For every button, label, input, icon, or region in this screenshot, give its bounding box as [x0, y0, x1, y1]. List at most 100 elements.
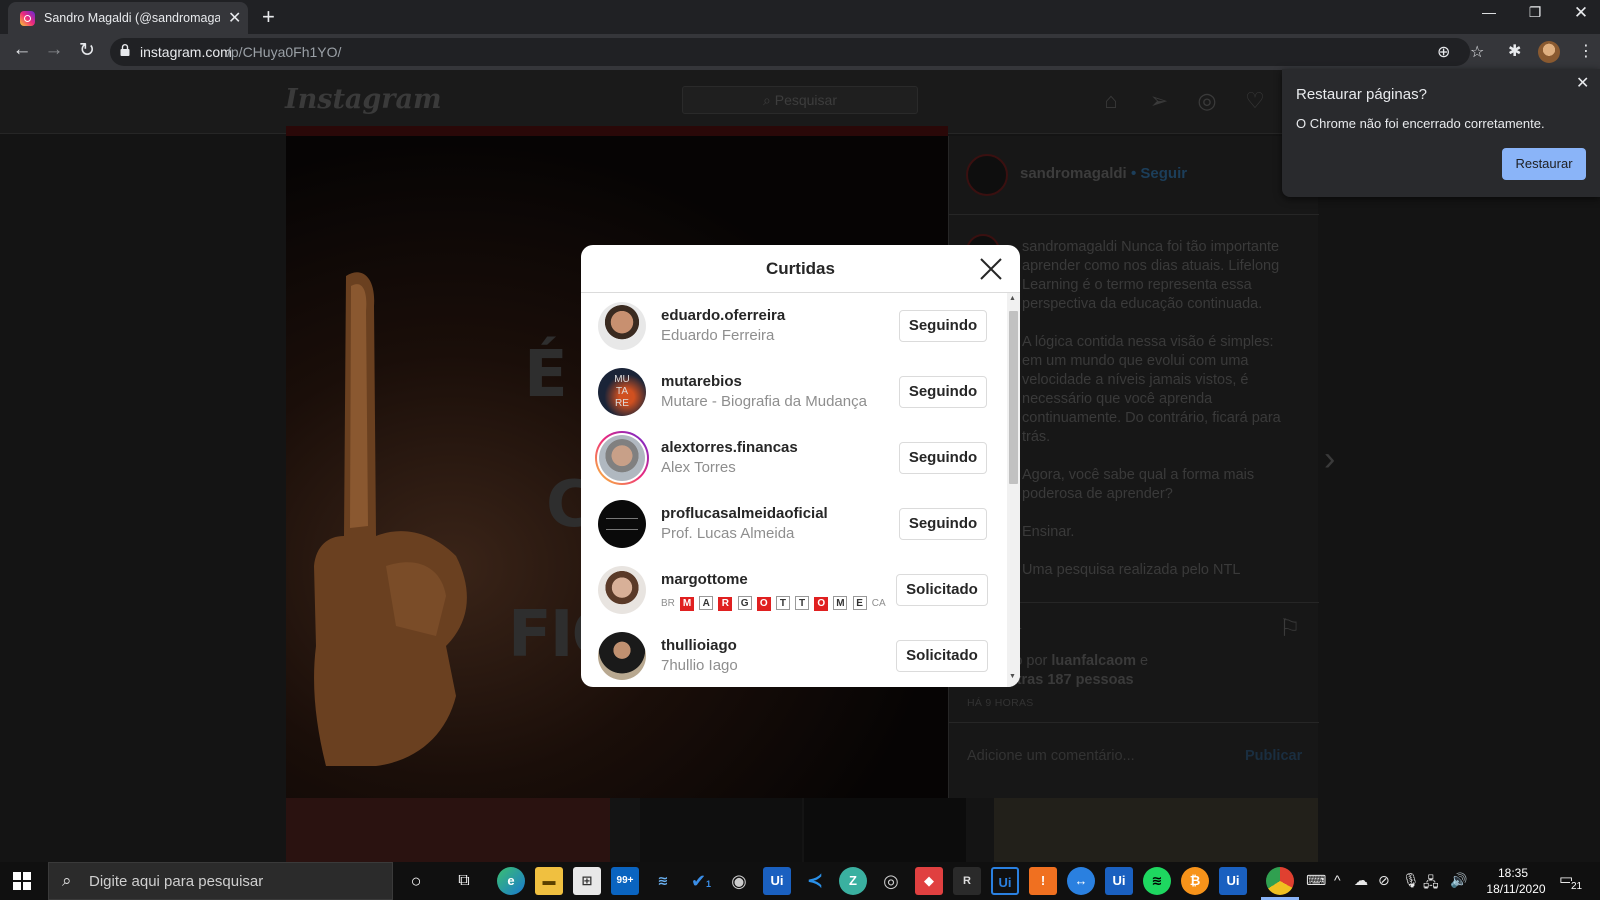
- list-item[interactable]: MU TA RE mutarebios Mutare - Biografia d…: [581, 359, 1006, 425]
- likes-user[interactable]: luanfalcaom: [1051, 653, 1136, 669]
- post-thumbnail[interactable]: [804, 798, 966, 862]
- browser-tab[interactable]: Sandro Magaldi (@sandromagaldi) ✕: [8, 2, 248, 34]
- tab-close-icon[interactable]: ✕: [228, 8, 241, 28]
- post-thumbnail[interactable]: [286, 798, 610, 862]
- list-item[interactable]: alextorres.financas Alex Torres Seguindo: [581, 425, 1006, 491]
- username[interactable]: proflucasalmeidaoficial: [661, 505, 828, 522]
- bitcoin-icon[interactable]: ₿: [1181, 867, 1209, 895]
- todo-icon[interactable]: ✔1: [687, 867, 715, 895]
- close-window-icon[interactable]: ✕: [1558, 3, 1600, 23]
- list-item[interactable]: margottome BR M A R G O T T O M E CA Sol…: [581, 557, 1006, 623]
- volume-icon[interactable]: 🔊: [1450, 872, 1467, 889]
- clock-time[interactable]: 18:35: [1483, 866, 1543, 880]
- reload-icon[interactable]: ↻: [75, 39, 99, 62]
- app-icon[interactable]: ≋: [649, 867, 677, 895]
- uipath-assistant-icon[interactable]: Ui: [1219, 867, 1247, 895]
- requested-button[interactable]: Solicitado: [896, 574, 988, 606]
- app-r-icon[interactable]: R: [953, 867, 981, 895]
- next-post-chevron-icon[interactable]: ›: [1324, 440, 1335, 479]
- uipath-robot-icon[interactable]: Ui: [1105, 867, 1133, 895]
- obs-icon[interactable]: ◉: [725, 867, 753, 895]
- avatar[interactable]: [598, 500, 646, 548]
- publish-button[interactable]: Publicar: [1245, 748, 1302, 764]
- story-ring[interactable]: [595, 431, 649, 485]
- username[interactable]: alextorres.financas: [661, 439, 798, 456]
- menu-icon[interactable]: ⋮: [1578, 41, 1594, 61]
- avatar[interactable]: [598, 302, 646, 350]
- lock-icon: [120, 44, 130, 56]
- heart-icon[interactable]: ♡: [1242, 88, 1268, 114]
- requested-button[interactable]: Solicitado: [896, 640, 988, 672]
- following-button[interactable]: Seguindo: [899, 442, 987, 474]
- bookmark-star-icon[interactable]: ☆: [1470, 42, 1484, 62]
- username[interactable]: thullioiago: [661, 637, 737, 654]
- direct-icon[interactable]: ➢: [1146, 88, 1172, 114]
- following-button[interactable]: Seguindo: [899, 310, 987, 342]
- vscode-icon[interactable]: ≺: [801, 867, 829, 895]
- scroll-down-icon[interactable]: ▼: [1009, 673, 1016, 680]
- uipath-studio-icon[interactable]: Ui: [991, 867, 1019, 895]
- zoom-icon[interactable]: ⊕: [1437, 42, 1450, 62]
- following-button[interactable]: Seguindo: [899, 508, 987, 540]
- teamviewer-icon[interactable]: ↔: [1067, 867, 1095, 895]
- anydesk-icon[interactable]: ◆: [915, 867, 943, 895]
- mail-badge: 99+: [616, 875, 634, 886]
- username[interactable]: mutarebios: [661, 373, 742, 390]
- store-icon[interactable]: ⊞: [573, 867, 601, 895]
- list-item[interactable]: proflucasalmeidaoficial Prof. Lucas Alme…: [581, 491, 1006, 557]
- username[interactable]: eduardo.oferreira: [661, 307, 785, 324]
- list-item[interactable]: eduardo.oferreira Eduardo Ferreira Segui…: [581, 293, 1006, 359]
- instagram-search-input[interactable]: ⌕ Pesquisar: [682, 86, 918, 114]
- mail-icon[interactable]: 99+: [611, 867, 639, 895]
- app-orange-icon[interactable]: !: [1029, 867, 1057, 895]
- close-icon[interactable]: [979, 257, 1003, 281]
- comment-input[interactable]: Adicione um comentário...: [967, 748, 1135, 764]
- explore-icon[interactable]: ◎: [1194, 88, 1220, 114]
- show-hidden-icons-icon[interactable]: ^: [1334, 872, 1341, 888]
- network-off-icon[interactable]: ⊘: [1378, 872, 1390, 889]
- edge-icon[interactable]: e: [497, 867, 525, 895]
- new-tab-icon[interactable]: +: [262, 4, 275, 30]
- avatar[interactable]: MU TA RE: [598, 368, 646, 416]
- address-bar[interactable]: instagram.com /p/CHuya0Fh1YO/ ⊕ ☆: [110, 38, 1484, 66]
- chrome-icon[interactable]: [1266, 867, 1294, 895]
- clock-date[interactable]: 18/11/2020: [1483, 882, 1549, 896]
- cortana-icon[interactable]: ○: [402, 867, 430, 895]
- file-explorer-icon[interactable]: ▬: [535, 867, 563, 895]
- onedrive-icon[interactable]: ☁: [1354, 872, 1368, 889]
- back-icon[interactable]: ←: [10, 39, 34, 61]
- username[interactable]: margottome: [661, 571, 748, 588]
- home-icon[interactable]: ⌂: [1098, 88, 1124, 114]
- taskbar-search-input[interactable]: ⌕ Digite aqui para pesquisar: [48, 862, 393, 900]
- forward-icon[interactable]: →: [42, 39, 66, 61]
- save-bookmark-icon[interactable]: ⚐: [1279, 614, 1301, 643]
- scroll-up-icon[interactable]: ▲: [1009, 295, 1016, 302]
- owner-avatar[interactable]: [966, 154, 1008, 196]
- microphone-icon[interactable]: 🎙: [1402, 872, 1420, 889]
- app-z-icon[interactable]: Z: [839, 867, 867, 895]
- list-item[interactable]: thullioiago 7hullio Iago Solicitado: [581, 623, 1006, 687]
- extensions-icon[interactable]: ✱: [1508, 41, 1521, 61]
- keyboard-icon[interactable]: ⌨: [1306, 872, 1326, 889]
- restore-button[interactable]: Restaurar: [1502, 148, 1586, 180]
- avatar[interactable]: [598, 632, 646, 680]
- network-icon[interactable]: 🖧: [1423, 872, 1439, 896]
- restore-window-icon[interactable]: ❐: [1512, 4, 1558, 21]
- spotify-icon[interactable]: ≋: [1143, 867, 1171, 895]
- follow-button[interactable]: • Seguir: [1131, 165, 1187, 182]
- likes-summary[interactable]: tido por luanfalcaom e outras 187 pessoa…: [999, 652, 1259, 690]
- avatar[interactable]: [598, 566, 646, 614]
- post-thumbnail[interactable]: [994, 798, 1318, 862]
- task-view-icon[interactable]: ⧉: [450, 867, 478, 895]
- windows-start-icon[interactable]: [13, 872, 31, 890]
- owner-username[interactable]: sandromagaldi: [1020, 165, 1127, 182]
- app-circle-icon[interactable]: ◎: [877, 867, 905, 895]
- post-thumbnail[interactable]: [640, 798, 802, 862]
- instagram-logo[interactable]: Instagram: [285, 84, 442, 115]
- scrollbar-thumb[interactable]: [1009, 311, 1018, 484]
- close-icon[interactable]: ✕: [1576, 73, 1589, 93]
- profile-avatar[interactable]: [1538, 41, 1560, 63]
- minimize-icon[interactable]: —: [1466, 4, 1512, 20]
- following-button[interactable]: Seguindo: [899, 376, 987, 408]
- uipath-icon[interactable]: Ui: [763, 867, 791, 895]
